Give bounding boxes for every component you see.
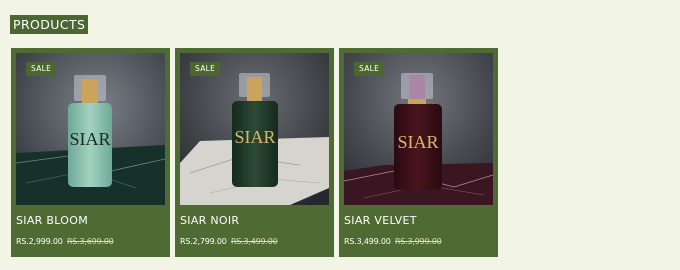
- product-card-siar-noir[interactable]: SIAR SALE SIAR NOIR RS.2,799.00 RS.3,499…: [175, 48, 334, 257]
- sale-badge: SALE: [190, 62, 221, 76]
- price-row: RS.2,999.00 RS.3,699.00: [16, 237, 114, 246]
- sale-price: RS.3,499.00: [344, 237, 391, 246]
- bottle-label: SIAR: [397, 132, 438, 152]
- product-image[interactable]: SIAR SALE: [180, 53, 329, 205]
- product-image[interactable]: SIAR SALE: [344, 53, 493, 205]
- price-row: RS.2,799.00 RS.3,499.00: [180, 237, 278, 246]
- product-image[interactable]: SIAR SALE: [16, 53, 165, 205]
- sale-price: RS.2,999.00: [16, 237, 63, 246]
- products-page: PRODUCTS SIAR SALE SIAR BLOOM RS.2,999.0…: [0, 0, 680, 270]
- sale-badge: SALE: [354, 62, 385, 76]
- product-name[interactable]: SIAR VELVET: [344, 214, 417, 227]
- sale-price: RS.2,799.00: [180, 237, 227, 246]
- original-price: RS.3,999.00: [394, 237, 442, 246]
- product-name[interactable]: SIAR BLOOM: [16, 214, 88, 227]
- bottle-label: SIAR: [69, 129, 110, 149]
- product-name[interactable]: SIAR NOIR: [180, 214, 239, 227]
- section-title: PRODUCTS: [10, 15, 89, 34]
- sale-badge: SALE: [26, 62, 57, 76]
- product-card-siar-velvet[interactable]: SIAR SALE SIAR VELVET RS.3,499.00 RS.3,9…: [339, 48, 498, 257]
- product-card-siar-bloom[interactable]: SIAR SALE SIAR BLOOM RS.2,999.00 RS.3,69…: [11, 48, 170, 257]
- price-row: RS.3,499.00 RS.3,999.00: [344, 237, 442, 246]
- original-price: RS.3,499.00: [230, 237, 278, 246]
- original-price: RS.3,699.00: [66, 237, 114, 246]
- bottle-label: SIAR: [234, 127, 275, 147]
